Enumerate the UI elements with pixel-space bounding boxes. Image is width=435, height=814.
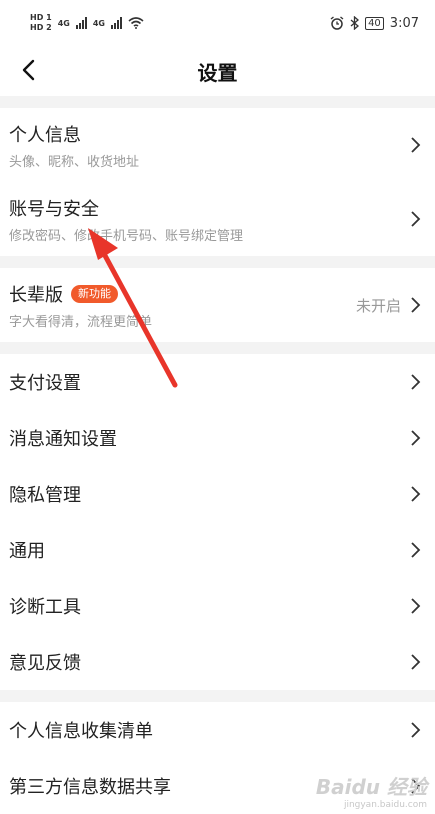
chevron-right-icon	[411, 430, 421, 446]
clock: 3:07	[389, 15, 419, 31]
third-party-sharing-row[interactable]: 第三方信息数据共享	[0, 758, 435, 814]
personal-info-list-row[interactable]: 个人信息收集清单	[0, 702, 435, 758]
general-row[interactable]: 通用	[0, 522, 435, 578]
chevron-right-icon	[411, 211, 421, 227]
chevron-right-icon	[411, 374, 421, 390]
section-elder-mode: 长辈版 新功能 字大看得清，流程更简单 未开启	[0, 268, 435, 342]
hd1-label: HD 1	[30, 13, 52, 22]
bluetooth-icon	[350, 16, 360, 30]
row-label: 意见反馈	[9, 653, 81, 674]
feedback-row[interactable]: 意见反馈	[0, 634, 435, 690]
account-security-row[interactable]: 账号与安全 修改密码、修改手机号码、账号绑定管理	[0, 182, 435, 256]
chevron-right-icon	[411, 598, 421, 614]
section-divider	[0, 342, 435, 354]
new-feature-badge: 新功能	[71, 284, 118, 303]
elder-mode-status: 未开启	[355, 296, 401, 315]
wifi-icon	[128, 17, 144, 29]
chevron-right-icon	[411, 722, 421, 738]
elder-mode-row[interactable]: 长辈版 新功能 字大看得清，流程更简单 未开启	[0, 268, 435, 342]
section-divider	[0, 690, 435, 702]
row-label: 账号与安全	[9, 198, 99, 220]
section-general: 支付设置 消息通知设置 隐私管理 通用 诊断工具 意见反馈	[0, 354, 435, 690]
row-label: 诊断工具	[9, 597, 81, 618]
row-subtitle: 修改密码、修改手机号码、账号绑定管理	[9, 228, 244, 244]
hd2-label: HD 2	[30, 23, 52, 32]
row-label: 第三方信息数据共享	[9, 777, 171, 798]
chevron-right-icon	[411, 778, 421, 794]
alarm-icon	[330, 16, 344, 30]
row-label: 长辈版	[9, 284, 63, 306]
signal-icon-2	[110, 17, 122, 29]
status-bar-right: 40 3:07	[330, 16, 419, 31]
back-arrow-icon[interactable]	[18, 58, 42, 82]
personal-info-row[interactable]: 个人信息 头像、昵称、收货地址	[0, 108, 435, 182]
privacy-management-row[interactable]: 隐私管理	[0, 466, 435, 522]
row-label: 支付设置	[9, 373, 81, 394]
row-subtitle: 字大看得清，流程更简单	[9, 314, 153, 330]
chevron-right-icon	[411, 297, 421, 313]
row-label: 个人信息收集清单	[9, 721, 153, 742]
status-bar: HD 1 HD 2 4G 4G 40 3:07	[0, 0, 435, 46]
payment-settings-row[interactable]: 支付设置	[0, 354, 435, 410]
network-type-1: 4G	[57, 18, 70, 28]
row-label: 个人信息	[9, 124, 81, 146]
section-data: 个人信息收集清单 第三方信息数据共享	[0, 702, 435, 814]
signal-icon	[75, 17, 87, 29]
row-subtitle: 头像、昵称、收货地址	[9, 154, 140, 170]
row-label: 消息通知设置	[9, 429, 117, 450]
notification-settings-row[interactable]: 消息通知设置	[0, 410, 435, 466]
chevron-right-icon	[411, 542, 421, 558]
network-type-2: 4G	[92, 18, 105, 28]
header: 设置	[0, 46, 435, 96]
hd-indicator: HD 1 HD 2	[30, 14, 52, 32]
section-divider	[0, 96, 435, 108]
section-account: 个人信息 头像、昵称、收货地址 账号与安全 修改密码、修改手机号码、账号绑定管理	[0, 108, 435, 256]
chevron-right-icon	[411, 654, 421, 670]
diagnostic-tools-row[interactable]: 诊断工具	[0, 578, 435, 634]
chevron-right-icon	[411, 486, 421, 502]
page-title: 设置	[197, 60, 238, 85]
battery-icon: 40	[365, 16, 384, 30]
chevron-right-icon	[411, 137, 421, 153]
section-divider	[0, 256, 435, 268]
row-label: 通用	[9, 541, 45, 562]
status-bar-left: HD 1 HD 2 4G 4G	[30, 14, 144, 32]
row-label: 隐私管理	[9, 485, 81, 506]
